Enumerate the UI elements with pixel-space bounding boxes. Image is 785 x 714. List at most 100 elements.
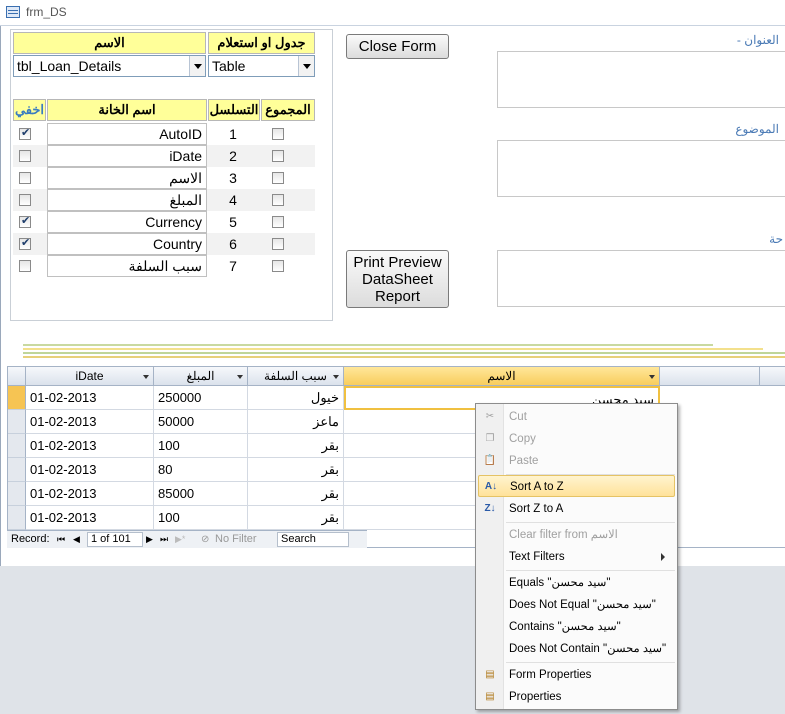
chevron-down-icon[interactable] — [649, 375, 655, 379]
menu-item-text-filters[interactable]: Text Filters — [478, 546, 675, 568]
next-record-icon[interactable]: ▶ — [146, 531, 153, 548]
total-checkbox[interactable] — [272, 128, 284, 140]
column-header-name[interactable]: الاسم — [344, 367, 660, 386]
total-checkbox[interactable] — [272, 172, 284, 184]
record-selector[interactable] — [8, 458, 26, 482]
filter-icon[interactable]: ⊘ — [201, 531, 209, 548]
menu-item-cut[interactable]: ✂ Cut — [478, 406, 675, 428]
cell-idate[interactable]: 01-02-2013 — [26, 410, 154, 434]
print-preview-label: Print Preview — [353, 254, 442, 271]
cell-amount[interactable]: 85000 — [154, 482, 248, 506]
cell-amount[interactable]: 100 — [154, 506, 248, 530]
total-checkbox[interactable] — [272, 216, 284, 228]
hide-checkbox[interactable] — [19, 126, 31, 140]
cell-reason[interactable]: بقر — [248, 506, 344, 530]
cell-amount[interactable]: 100 — [154, 434, 248, 458]
sequence-cell[interactable]: 5 — [211, 211, 255, 233]
total-checkbox[interactable] — [272, 194, 284, 206]
name-combobox[interactable]: tbl_Loan_Details — [13, 55, 206, 77]
cell-idate[interactable]: 01-02-2013 — [26, 434, 154, 458]
cell-idate[interactable]: 01-02-2013 — [26, 386, 154, 410]
record-selector[interactable] — [8, 434, 26, 458]
hide-checkbox[interactable] — [19, 194, 31, 206]
sequence-cell[interactable]: 1 — [211, 123, 255, 145]
field-name-cell[interactable]: الاسم — [47, 167, 207, 189]
menu-item-equals[interactable]: Equals "سيد محسن" — [478, 572, 675, 594]
hide-checkbox[interactable] — [19, 172, 31, 184]
report-subject-input[interactable] — [497, 140, 785, 197]
close-form-button[interactable]: Close Form — [346, 34, 449, 59]
chevron-down-icon[interactable] — [189, 56, 205, 76]
menu-item-does-not-equal[interactable]: Does Not Equal "سيد محسن" — [478, 594, 675, 616]
chevron-down-icon[interactable] — [298, 56, 314, 76]
field-name-cell[interactable]: Country — [47, 233, 207, 255]
cell-amount[interactable]: 80 — [154, 458, 248, 482]
field-name-cell[interactable]: سبب السلفة — [47, 255, 207, 277]
report-page-label: حة — [769, 232, 783, 246]
new-record-icon[interactable]: ▶* — [175, 531, 185, 548]
sequence-cell[interactable]: 4 — [211, 189, 255, 211]
record-selector[interactable] — [8, 506, 26, 530]
field-name-cell[interactable]: iDate — [47, 145, 207, 167]
cell-idate[interactable]: 01-02-2013 — [26, 458, 154, 482]
report-page-input[interactable] — [497, 250, 785, 307]
report-title-input[interactable] — [497, 51, 785, 108]
field-name-cell[interactable]: المبلغ — [47, 189, 207, 211]
previous-record-icon[interactable]: ◀ — [73, 531, 80, 548]
cell-reason[interactable]: بقر — [248, 434, 344, 458]
hide-checkbox[interactable] — [19, 150, 31, 162]
chevron-down-icon[interactable] — [237, 375, 243, 379]
chevron-down-icon[interactable] — [143, 375, 149, 379]
type-combobox[interactable]: Table — [208, 55, 315, 77]
menu-item-paste[interactable]: 📋 Paste — [478, 450, 675, 472]
menu-item-form-properties[interactable]: ▤ Form Properties — [478, 664, 675, 686]
search-input[interactable]: Search — [277, 532, 349, 547]
menu-item-contains[interactable]: Contains "سيد محسن" — [478, 616, 675, 638]
chevron-down-icon[interactable] — [333, 375, 339, 379]
field-name-cell[interactable]: Currency — [47, 211, 207, 233]
cell-amount[interactable]: 50000 — [154, 410, 248, 434]
select-all-corner[interactable] — [8, 367, 26, 386]
record-selector[interactable] — [8, 482, 26, 506]
column-header-amount-label: المبلغ — [186, 369, 215, 383]
last-record-icon[interactable]: ⏭ — [160, 531, 168, 548]
record-selector[interactable] — [8, 410, 26, 434]
hide-checkbox[interactable] — [19, 214, 31, 228]
column-header-empty[interactable] — [760, 367, 785, 386]
cell-reason[interactable]: ماعز — [248, 410, 344, 434]
sequence-cell[interactable]: 3 — [211, 167, 255, 189]
cell-reason[interactable]: خيول — [248, 386, 344, 410]
menu-item-does-not-contain[interactable]: Does Not Contain "سيد محسن" — [478, 638, 675, 660]
column-header-amount[interactable]: المبلغ — [154, 367, 248, 386]
sequence-cell[interactable]: 6 — [211, 233, 255, 255]
cell-reason[interactable]: بقر — [248, 482, 344, 506]
first-record-icon[interactable]: ⏮ — [57, 531, 65, 548]
sequence-cell[interactable]: 7 — [211, 255, 255, 277]
total-checkbox[interactable] — [272, 260, 284, 272]
column-header-empty[interactable] — [660, 367, 760, 386]
field-name-cell[interactable]: AutoID — [47, 123, 207, 145]
menu-item-clear-filter[interactable]: Clear filter from الاسم — [478, 524, 675, 546]
report-title-label: - العنوان — [736, 33, 779, 47]
column-header-reason[interactable]: سبب السلفة — [248, 367, 344, 386]
column-header-idate[interactable]: iDate — [26, 367, 154, 386]
cell-amount[interactable]: 250000 — [154, 386, 248, 410]
hide-checkbox[interactable] — [19, 236, 31, 250]
cell-idate[interactable]: 01-02-2013 — [26, 506, 154, 530]
no-filter-indicator[interactable]: No Filter — [215, 531, 257, 548]
menu-item-sort-z-to-a[interactable]: Z↓ Sort Z to A — [478, 498, 675, 520]
total-checkbox[interactable] — [272, 238, 284, 250]
cell-reason[interactable]: بقر — [248, 458, 344, 482]
total-checkbox[interactable] — [272, 150, 284, 162]
hide-checkbox[interactable] — [19, 260, 31, 272]
sequence-cell[interactable]: 2 — [211, 145, 255, 167]
menu-item-copy[interactable]: ❐ Copy — [478, 428, 675, 450]
menu-item-properties[interactable]: ▤ Properties — [478, 686, 675, 708]
menu-item-sort-a-to-z[interactable]: A↓ Sort A to Z — [478, 475, 675, 497]
record-position-input[interactable]: 1 of 101 — [87, 532, 143, 547]
form-icon — [6, 6, 20, 18]
cell-idate[interactable]: 01-02-2013 — [26, 482, 154, 506]
menu-item-cut-label: Cut — [509, 411, 527, 423]
print-preview-button[interactable]: Print Preview DataSheet Report — [346, 250, 449, 308]
record-selector[interactable] — [8, 386, 26, 410]
